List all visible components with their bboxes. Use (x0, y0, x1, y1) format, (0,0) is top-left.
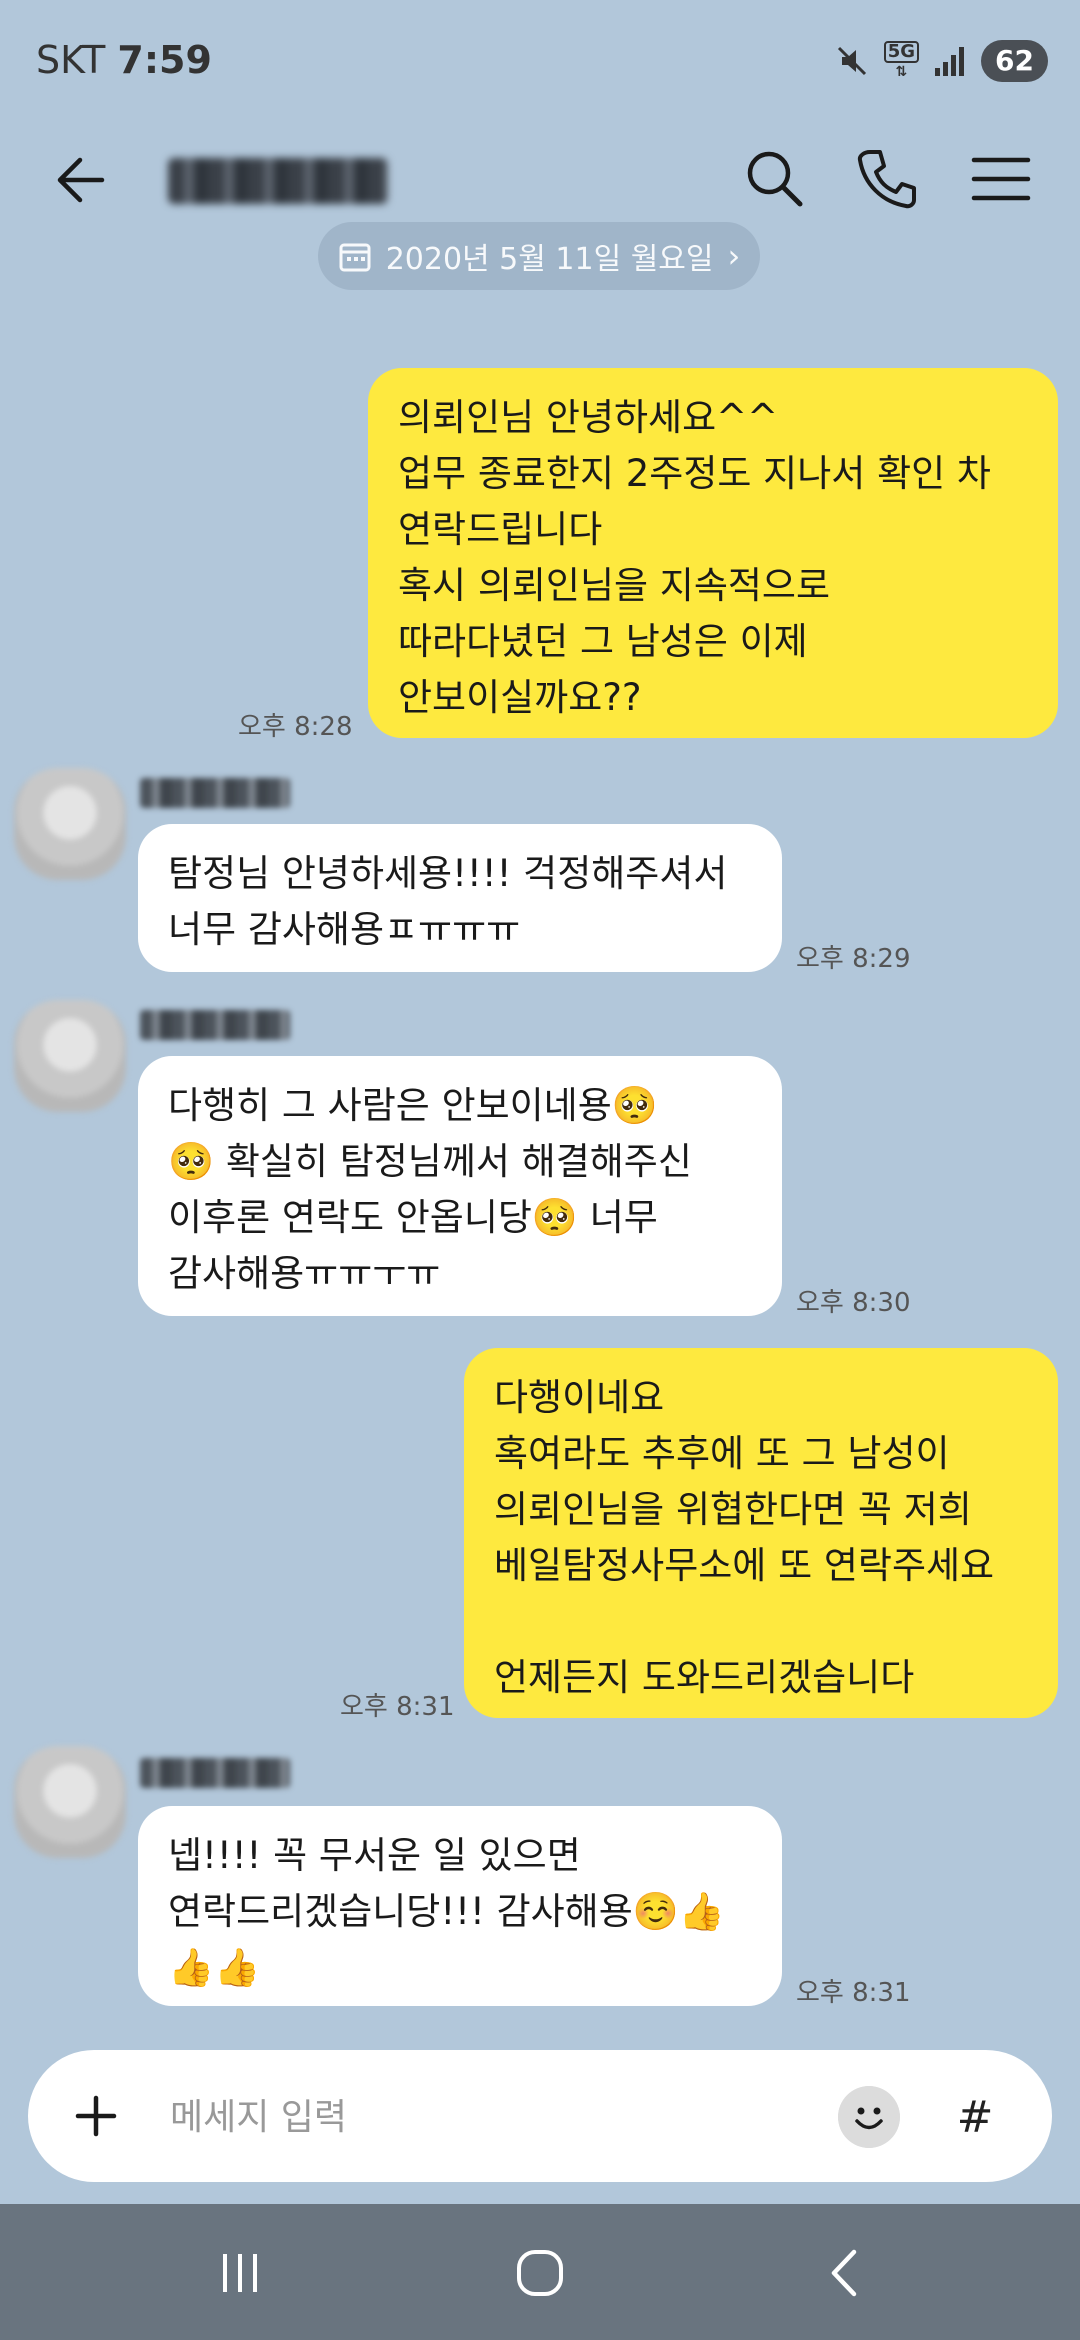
signal-icon (935, 47, 965, 76)
avatar[interactable] (14, 1746, 126, 1858)
their-message-bubble[interactable]: 다행히 그 사람은 안보이네용🥺 🥺 확실히 탐정님께서 해결해주신 이후론 연… (138, 1056, 782, 1316)
date-divider[interactable]: 2020년 5월 11일 월요일 › (318, 222, 760, 290)
recent-apps-icon[interactable] (205, 2238, 275, 2308)
status-bar: SKT 7:59 5G ⇅ 62 (0, 0, 1080, 120)
chat-title-redacted (168, 158, 388, 204)
system-nav-bar (0, 2204, 1080, 2340)
mute-icon (837, 46, 866, 76)
arrow-left-icon[interactable] (50, 150, 110, 210)
sender-name-redacted (140, 778, 290, 808)
emoji-icon[interactable] (838, 2086, 900, 2148)
message-composer: # (28, 2050, 1052, 2182)
network-5g-icon: 5G ⇅ (883, 41, 920, 81)
status-left: SKT 7:59 (36, 38, 212, 82)
chevron-right-icon: › (727, 237, 741, 275)
date-label: 2020년 5월 11일 월요일 (385, 242, 714, 277)
status-icons: 5G ⇅ 62 (834, 36, 1048, 86)
sender-name-redacted (140, 1758, 290, 1788)
message-input[interactable] (168, 2080, 812, 2154)
phone-icon[interactable] (852, 144, 922, 214)
back-nav-icon[interactable] (810, 2238, 880, 2308)
avatar[interactable] (14, 768, 126, 880)
message-time: 오후 8:31 (796, 1978, 911, 2008)
search-icon[interactable] (740, 144, 810, 214)
home-icon[interactable] (505, 2238, 575, 2308)
message-time: 오후 8:29 (796, 944, 911, 974)
my-message-bubble[interactable]: 의뢰인님 안녕하세요^^ 업무 종료한지 2주정도 지나서 확인 차 연락드립니… (368, 368, 1058, 738)
attach-button[interactable] (56, 2076, 136, 2156)
their-message-bubble[interactable]: 탐정님 안녕하세용!!!! 걱정해주셔서 너무 감사해용ㅍㅠㅠㅠ (138, 824, 782, 972)
chat-header (0, 120, 1080, 232)
calendar-icon (339, 243, 371, 272)
message-time: 오후 8:31 (340, 1692, 455, 1722)
message-time: 오후 8:30 (796, 1288, 911, 1318)
hashtag-button[interactable]: # (934, 2076, 1016, 2158)
their-message-bubble[interactable]: 넵!!!! 꼭 무서운 일 있으면 연락드리겠습니당!!! 감사해용☺️👍 👍👍 (138, 1806, 782, 2006)
sender-name-redacted (140, 1010, 290, 1040)
hamburger-menu-icon[interactable] (966, 144, 1036, 214)
plus-icon (75, 2095, 117, 2137)
carrier-label: SKT (36, 38, 106, 82)
my-message-bubble[interactable]: 다행이네요 혹여라도 추후에 또 그 남성이 의뢰인님을 위협한다면 꼭 저희 … (464, 1348, 1058, 1718)
avatar[interactable] (14, 1000, 126, 1112)
battery-indicator: 62 (981, 40, 1048, 82)
clock: 7:59 (117, 38, 212, 82)
message-time: 오후 8:28 (238, 712, 353, 742)
